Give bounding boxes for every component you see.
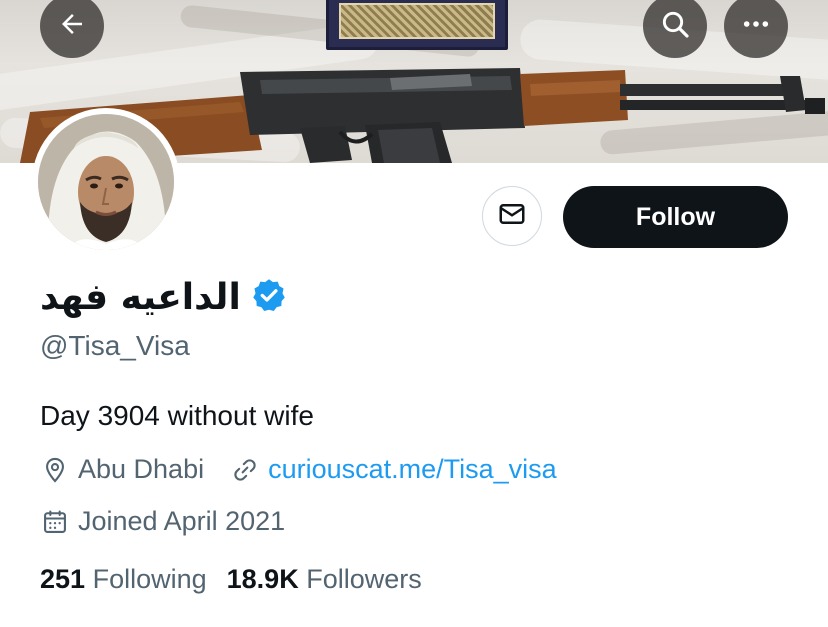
profile-avatar[interactable] <box>32 108 180 256</box>
followers-stat[interactable]: 18.9K Followers <box>227 564 422 595</box>
verified-badge-icon[interactable] <box>251 277 287 318</box>
arrow-left-icon <box>57 9 87 44</box>
followers-label: Followers <box>306 564 422 594</box>
following-label: Following <box>92 564 207 594</box>
calendar-icon <box>40 507 70 537</box>
more-horizontal-icon <box>740 8 772 45</box>
profile-location: Abu Dhabi <box>78 454 205 484</box>
location-pin-icon <box>40 455 70 485</box>
profile-handle: @Tisa_Visa <box>40 330 190 361</box>
profile-joined-date: Joined April 2021 <box>78 506 286 536</box>
search-icon <box>659 8 691 45</box>
link-icon <box>230 455 260 485</box>
profile-joined-row: Joined April 2021 <box>40 506 285 537</box>
envelope-icon <box>497 199 527 234</box>
followers-count: 18.9K <box>226 564 299 594</box>
follow-button[interactable]: Follow <box>563 186 788 248</box>
message-button[interactable] <box>482 186 542 246</box>
profile-name-row: الداعيه فهد <box>40 272 287 322</box>
following-count: 251 <box>40 564 86 594</box>
avatar-image <box>38 114 174 250</box>
profile-website-link[interactable]: curiouscat.me/Tisa_visa <box>268 454 557 485</box>
display-name: الداعيه فهد <box>40 276 241 318</box>
profile-meta-row: Abu Dhabi curiouscat.me/Tisa_visa <box>40 454 557 485</box>
profile-stats: 251 Following 18.9K Followers <box>40 564 422 595</box>
following-stat[interactable]: 251 Following <box>40 564 207 595</box>
profile-bio: Day 3904 without wife <box>40 400 314 431</box>
